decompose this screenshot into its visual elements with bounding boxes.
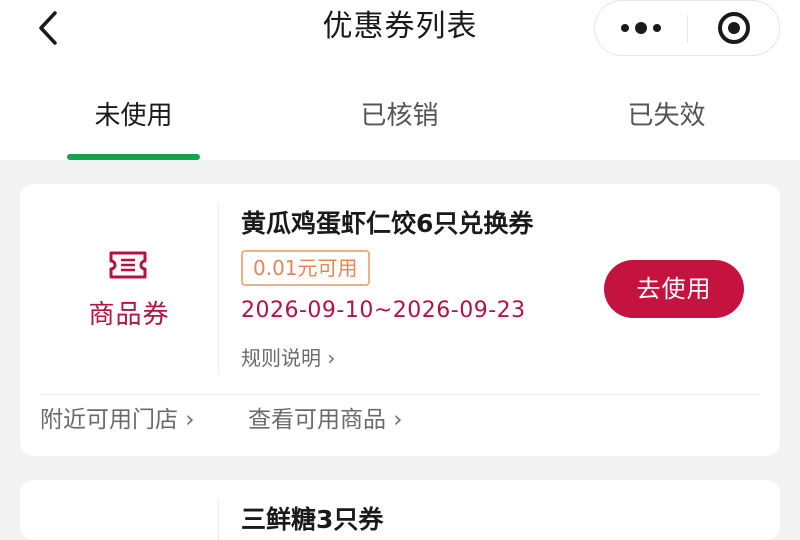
view-products-link[interactable]: 查看可用商品 › xyxy=(248,400,403,434)
miniapp-capsule xyxy=(594,0,780,56)
tab-redeemed[interactable]: 已核销 xyxy=(333,88,466,148)
more-dots-icon xyxy=(621,22,661,34)
target-circle-icon xyxy=(718,12,750,44)
coupon-title: 三鲜糖3只券 xyxy=(241,505,384,534)
validity-period: 2026-09-10~2026-09-23 xyxy=(241,298,526,323)
card-divider-vertical xyxy=(218,500,219,540)
coupon-title: 黄瓜鸡蛋虾仁饺6只兑换券 xyxy=(241,209,534,238)
coupon-card: 三鲜糖3只券 xyxy=(20,480,780,540)
active-tab-indicator xyxy=(67,154,200,160)
tab-unused[interactable]: 未使用 xyxy=(67,88,200,148)
nearby-stores-link[interactable]: 附近可用门店 › xyxy=(40,400,195,434)
top-bar: 优惠券列表 未使用 已核销 已失效 xyxy=(0,0,800,160)
ticket-icon xyxy=(109,251,147,279)
card-divider-horizontal xyxy=(40,394,760,395)
card-divider-vertical xyxy=(218,204,219,374)
coupon-type-label: 商品券 xyxy=(88,300,170,330)
min-spend-badge: 0.01元可用 xyxy=(241,250,370,286)
tab-expired[interactable]: 已失效 xyxy=(600,88,733,148)
more-button[interactable] xyxy=(595,1,687,55)
close-miniapp-button[interactable] xyxy=(688,1,780,55)
status-tabs: 未使用 已核销 已失效 xyxy=(0,88,800,160)
rules-link[interactable]: 规则说明 › xyxy=(241,342,335,371)
use-coupon-button[interactable]: 去使用 xyxy=(604,260,744,318)
coupon-card: 商品券 黄瓜鸡蛋虾仁饺6只兑换券 0.01元可用 2026-09-10~2026… xyxy=(20,184,780,456)
